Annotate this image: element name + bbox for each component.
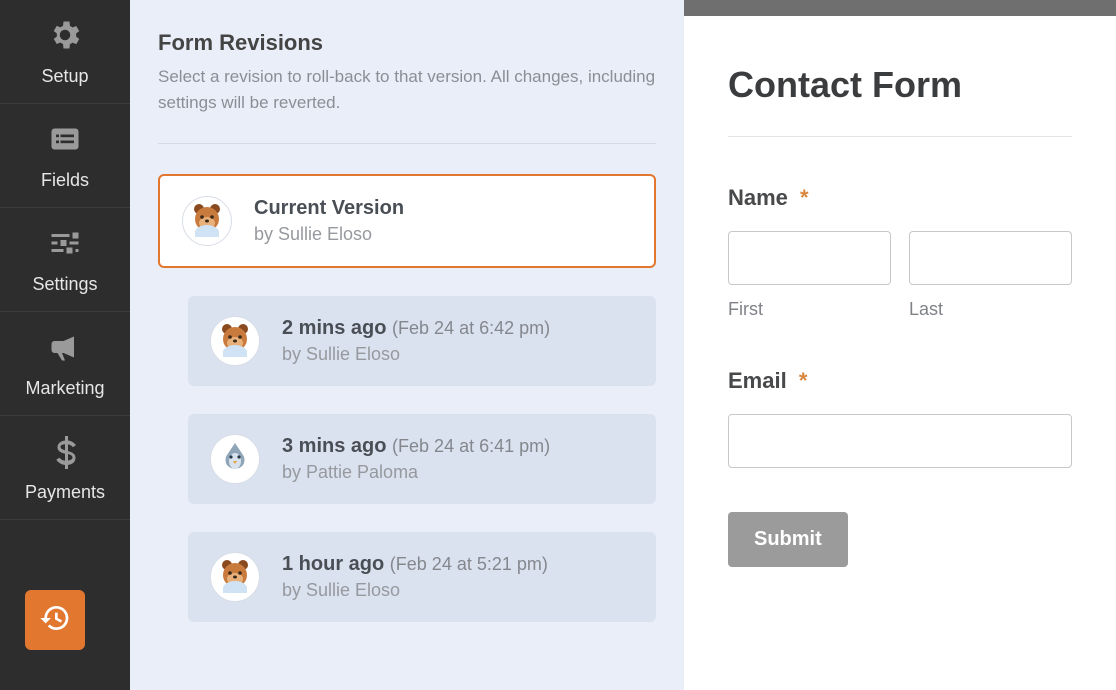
sidebar-item-fields[interactable]: Fields xyxy=(0,104,130,208)
label-text: Email xyxy=(728,368,787,393)
sidebar-item-label: Settings xyxy=(32,274,97,295)
panel-title: Form Revisions xyxy=(158,30,656,56)
revision-text: 2 mins ago (Feb 24 at 6:42 pm) by Sullie… xyxy=(282,317,550,365)
sidebar-item-settings[interactable]: Settings xyxy=(0,208,130,312)
divider xyxy=(728,136,1072,137)
revision-text: 1 hour ago (Feb 24 at 5:21 pm) by Sullie… xyxy=(282,553,548,601)
sidebar-item-marketing[interactable]: Marketing xyxy=(0,312,130,416)
history-icon xyxy=(39,602,71,639)
avatar xyxy=(210,434,260,484)
revision-author: by Sullie Eloso xyxy=(282,580,548,601)
revision-author: by Pattie Paloma xyxy=(282,462,550,483)
revision-title: 3 mins ago (Feb 24 at 6:41 pm) xyxy=(282,435,550,458)
submit-button[interactable]: Submit xyxy=(728,512,848,567)
revision-author: by Sullie Eloso xyxy=(254,224,404,245)
bear-avatar-icon xyxy=(217,321,253,362)
bird-avatar-icon xyxy=(217,439,253,480)
revision-author: by Sullie Eloso xyxy=(282,344,550,365)
app-root: Setup Fields Settings Marketing Payments xyxy=(0,0,1116,690)
revision-age: 2 mins ago xyxy=(282,317,386,339)
sidebar-item-label: Payments xyxy=(25,482,105,503)
revision-age: 1 hour ago xyxy=(282,553,384,575)
last-name-input[interactable] xyxy=(909,231,1072,285)
sliders-icon xyxy=(47,225,83,266)
sidebar-spacer xyxy=(0,520,130,590)
divider xyxy=(158,143,656,144)
first-name-field: First xyxy=(728,231,891,320)
revision-title: 1 hour ago (Feb 24 at 5:21 pm) xyxy=(282,553,548,576)
form-icon xyxy=(47,121,83,162)
megaphone-icon xyxy=(47,329,83,370)
preview-pane: Contact Form Name * First Last Email * xyxy=(684,0,1116,690)
first-name-input[interactable] xyxy=(728,231,891,285)
revision-timestamp: (Feb 24 at 5:21 pm) xyxy=(390,554,548,574)
revision-title: Current Version xyxy=(254,197,404,220)
sidebar: Setup Fields Settings Marketing Payments xyxy=(0,0,130,690)
last-name-field: Last xyxy=(909,231,1072,320)
required-mark: * xyxy=(799,368,808,393)
sidebar-item-label: Marketing xyxy=(25,378,104,399)
name-label: Name * xyxy=(728,185,1072,211)
revisions-panel: Form Revisions Select a revision to roll… xyxy=(130,0,684,690)
email-field xyxy=(728,414,1072,468)
first-sublabel: First xyxy=(728,299,891,320)
avatar xyxy=(182,196,232,246)
bear-avatar-icon xyxy=(189,201,225,242)
label-text: Name xyxy=(728,185,788,210)
revision-text: 3 mins ago (Feb 24 at 6:41 pm) by Pattie… xyxy=(282,435,550,483)
revision-item[interactable]: 2 mins ago (Feb 24 at 6:42 pm) by Sullie… xyxy=(188,296,656,386)
dollar-icon xyxy=(47,433,83,474)
form-title: Contact Form xyxy=(728,64,1072,106)
history-button-container xyxy=(0,590,130,690)
revision-item[interactable]: 1 hour ago (Feb 24 at 5:21 pm) by Sullie… xyxy=(188,532,656,622)
panel-subtitle: Select a revision to roll-back to that v… xyxy=(158,64,656,115)
revision-item[interactable]: 3 mins ago (Feb 24 at 6:41 pm) by Pattie… xyxy=(188,414,656,504)
history-button[interactable] xyxy=(25,590,85,650)
avatar xyxy=(210,552,260,602)
bear-avatar-icon xyxy=(217,557,253,598)
avatar xyxy=(210,316,260,366)
required-mark: * xyxy=(800,185,809,210)
revision-timestamp: (Feb 24 at 6:41 pm) xyxy=(392,436,550,456)
form-preview: Contact Form Name * First Last Email * xyxy=(684,16,1116,690)
name-row: First Last xyxy=(728,231,1072,320)
revision-current[interactable]: Current Version by Sullie Eloso xyxy=(158,174,656,268)
sidebar-item-setup[interactable]: Setup xyxy=(0,0,130,104)
sidebar-item-label: Setup xyxy=(41,66,88,87)
revision-title: 2 mins ago (Feb 24 at 6:42 pm) xyxy=(282,317,550,340)
revision-text: Current Version by Sullie Eloso xyxy=(254,197,404,245)
gear-icon xyxy=(47,17,83,58)
email-input[interactable] xyxy=(728,414,1072,468)
revision-age: 3 mins ago xyxy=(282,435,386,457)
last-sublabel: Last xyxy=(909,299,1072,320)
sidebar-item-payments[interactable]: Payments xyxy=(0,416,130,520)
email-label: Email * xyxy=(728,368,1072,394)
sidebar-item-label: Fields xyxy=(41,170,89,191)
revision-timestamp: (Feb 24 at 6:42 pm) xyxy=(392,318,550,338)
